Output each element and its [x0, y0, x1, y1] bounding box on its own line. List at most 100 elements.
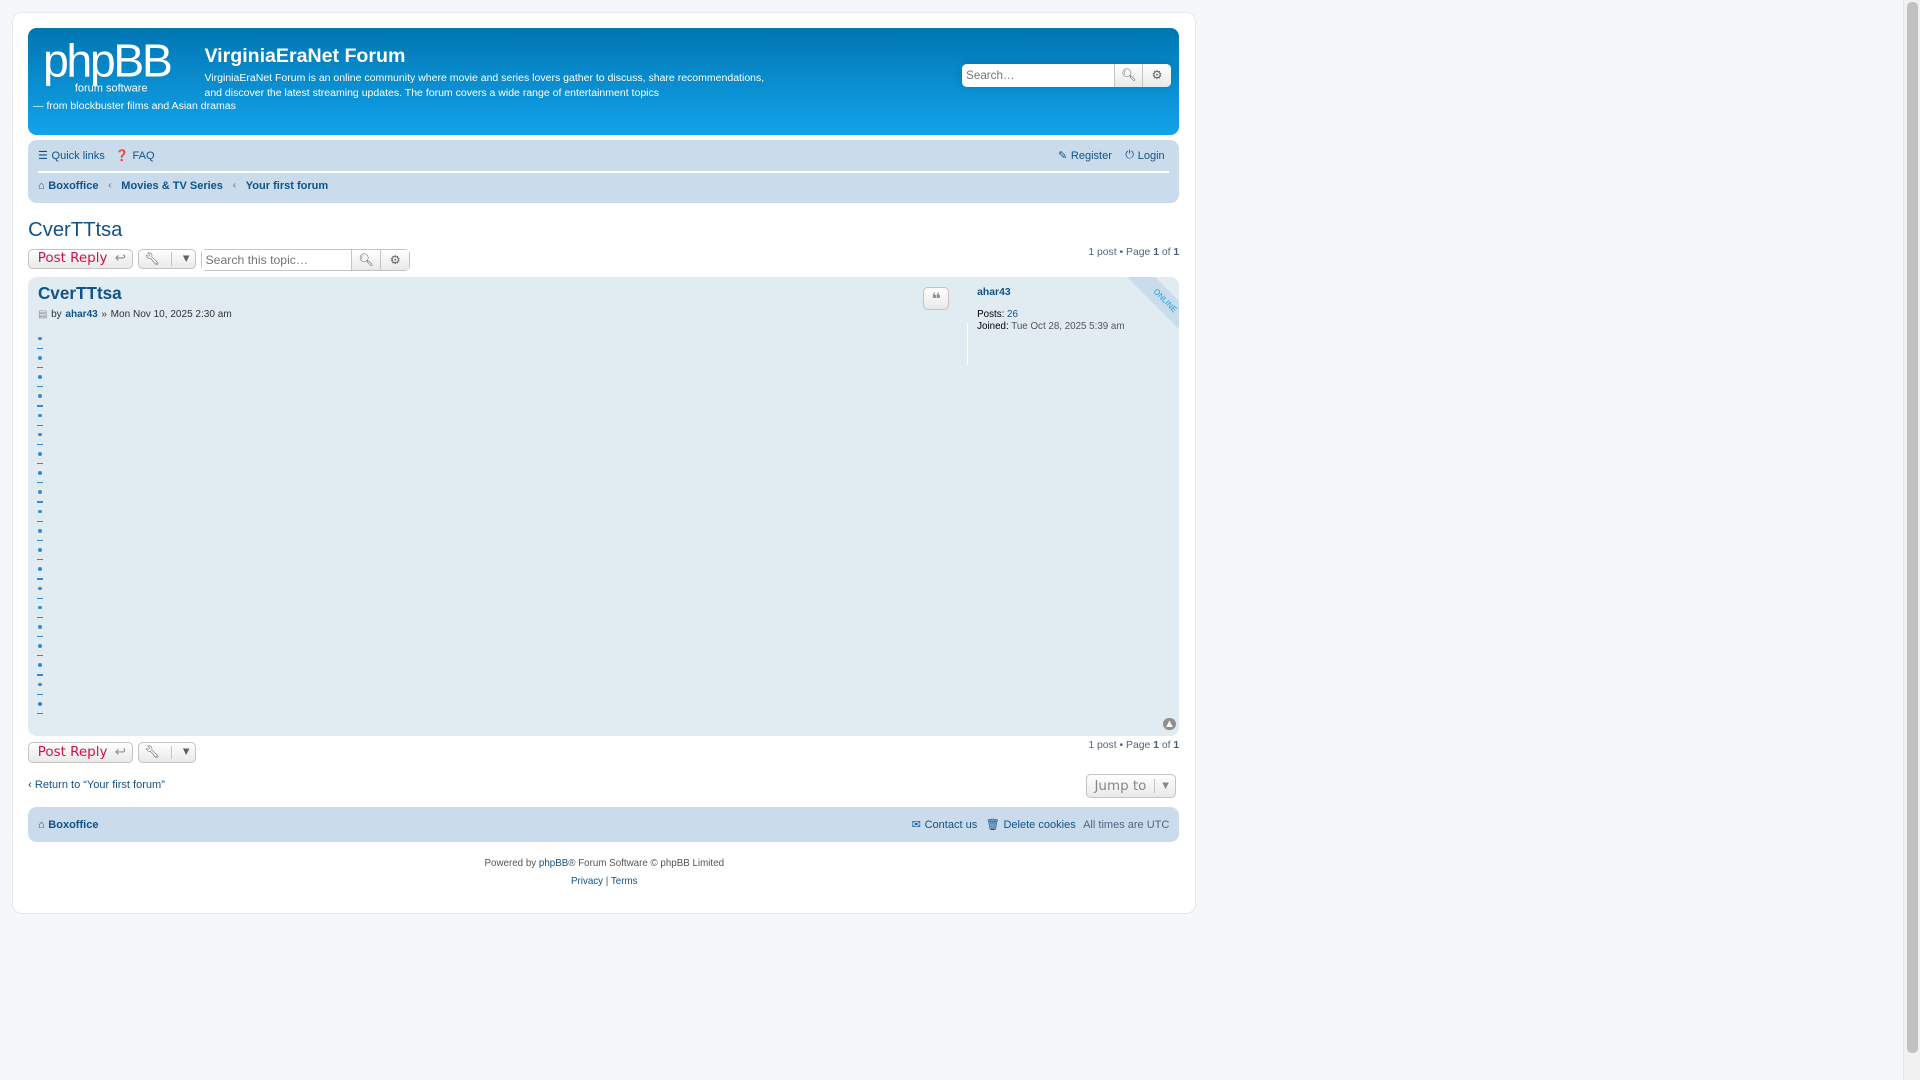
svg-text:phpBB: phpBB — [43, 40, 171, 87]
edit-icon: ✎ — [1057, 150, 1068, 163]
caret-down-icon: ▼ — [182, 747, 190, 758]
list-item-link[interactable] — [36, 616, 43, 619]
scrollbar-thumb[interactable] — [1906, 2, 1918, 1054]
delete-cookies-link[interactable]: 🗑︎ Delete cookies — [986, 818, 1076, 832]
list-item-link[interactable] — [36, 655, 43, 657]
topic-tools-button[interactable]: 🔧︎ ▼ — [138, 248, 196, 270]
list-item-link[interactable] — [36, 424, 43, 426]
gear-icon: ⚙ — [389, 252, 401, 267]
list-item-link[interactable] — [36, 559, 43, 561]
header-search: 🔍︎ ⚙ — [962, 63, 1171, 87]
breadcrumb: ⌂ Boxoffice ‹ Movies & TV Series ‹ Your fi… — [38, 180, 328, 192]
home-icon: ⌂ — [37, 818, 45, 831]
list-item-link[interactable] — [36, 674, 43, 676]
profile-username[interactable]: ahar43 — [977, 287, 1011, 298]
return-to-forum-link[interactable]: ‹ Return to “Your first forum” — [28, 779, 165, 791]
list-item-link[interactable] — [36, 520, 43, 522]
pagination-top: 1 post • Page 1 of 1 — [1088, 247, 1180, 259]
post-icon[interactable]: ▤ — [38, 309, 47, 320]
profile-posts-link[interactable]: 26 — [1007, 309, 1018, 320]
list-item-link[interactable] — [36, 443, 43, 446]
list-item-link[interactable] — [36, 482, 43, 484]
list-item-link[interactable] — [36, 693, 43, 695]
timezone-text: All times are UTC — [1083, 818, 1170, 831]
header-search-input[interactable] — [962, 63, 1115, 87]
online-status: ONLINE — [1122, 276, 1180, 336]
breadcrumb-separator: ‹ — [108, 180, 112, 192]
list-item-link[interactable] — [36, 712, 43, 715]
bullet-icon — [37, 625, 42, 629]
topic-advanced-search-button[interactable]: ⚙ — [380, 249, 410, 270]
site-header: phpBB forum software VirginiaEraNet Forum… — [28, 28, 1180, 135]
topic-search-input[interactable] — [201, 249, 352, 270]
bullet-icon — [37, 586, 42, 591]
bullet-icon — [37, 567, 42, 572]
list-item-link[interactable] — [36, 597, 43, 599]
footer-home-link[interactable]: ⌂ Boxoffice — [38, 819, 99, 831]
breadcrumb-movies-tv[interactable]: Movies & TV Series — [121, 180, 223, 192]
chevron-left-icon: ‹ — [28, 778, 32, 791]
topic-title[interactable]: CverTTtsa — [28, 219, 122, 242]
post: CverTTtsa ▤ by ahar43 » Mon Nov 10, 2025… — [28, 276, 1180, 736]
list-item-link[interactable] — [36, 386, 43, 388]
copyright: Powered by phpBB® Forum Software © phpBB… — [484, 857, 725, 888]
page-scrollbar[interactable] — [1903, 0, 1920, 1080]
bullet-icon — [37, 355, 42, 360]
power-icon: ⏻ — [1125, 149, 1135, 162]
online-ribbon: ONLINE — [1120, 276, 1180, 336]
phpbb-logo[interactable]: phpBB forum software — [43, 35, 192, 95]
breadcrumb-boxoffice[interactable]: Boxoffice — [48, 180, 98, 192]
bullet-icon — [37, 509, 42, 514]
breadcrumb-first-forum[interactable]: Your first forum — [246, 180, 328, 192]
post-reply-button[interactable]: Post Reply ↩ — [28, 248, 134, 270]
advanced-search-button[interactable]: ⚙ — [1142, 63, 1171, 87]
bullet-icon — [37, 548, 42, 552]
list-item-link[interactable] — [36, 578, 43, 580]
wrench-icon: 🔧︎ — [144, 745, 161, 760]
privacy-link[interactable]: Privacy — [571, 876, 603, 887]
bullet-icon — [37, 528, 42, 533]
post-title[interactable]: CverTTtsa — [38, 283, 122, 304]
bullet-icon — [37, 375, 42, 379]
list-item-link[interactable] — [36, 501, 43, 503]
quick-links-menu[interactable]: ☰ Quick links — [38, 149, 105, 163]
envelope-icon: ✉ — [911, 819, 921, 832]
list-item-link[interactable] — [36, 636, 43, 638]
home-icon: ⌂ — [37, 179, 45, 192]
topic-tools-button-bottom[interactable]: 🔧︎ ▼ — [138, 742, 196, 763]
bullet-icon — [37, 490, 42, 495]
profile-posts: Posts: 26 — [977, 308, 1018, 320]
topic-search: 🔍︎ ⚙ — [200, 248, 411, 271]
list-item-link[interactable] — [36, 539, 43, 542]
contact-us-link[interactable]: ✉ Contact us — [911, 818, 978, 832]
list-item-link[interactable] — [36, 366, 43, 369]
post-reply-button-bottom[interactable]: Post Reply ↩ — [28, 742, 134, 763]
list-item-link[interactable] — [36, 463, 43, 465]
jump-to-button[interactable]: Jump to ▼ — [1086, 773, 1176, 799]
register-link[interactable]: ✎ Register — [1057, 149, 1112, 163]
faq-link[interactable]: ❓ FAQ — [115, 149, 154, 163]
phpbb-link[interactable]: phpBB — [539, 858, 568, 869]
topic-search-button[interactable]: 🔍︎ — [351, 249, 381, 270]
list-item-link[interactable] — [36, 405, 43, 407]
bullet-icon — [37, 394, 42, 399]
post-author-link[interactable]: ahar43 — [65, 309, 97, 320]
bullet-icon — [37, 432, 42, 437]
terms-link[interactable]: Terms — [611, 876, 638, 887]
bullet-icon — [37, 336, 42, 341]
navbar: ☰ Quick links ❓ FAQ ✎ Register ⏻ Login ⌂ Box… — [28, 139, 1180, 204]
back-to-top-button[interactable]: ▲ — [1163, 717, 1176, 730]
help-icon: ❓ — [115, 150, 129, 163]
login-link[interactable]: ⏻ Login — [1125, 149, 1164, 162]
bullet-icon — [37, 644, 42, 648]
svg-text:forum software: forum software — [75, 83, 148, 94]
search-button[interactable]: 🔍︎ — [1114, 63, 1143, 87]
post-meta: ▤ by ahar43 » Mon Nov 10, 2025 2:30 am — [37, 308, 232, 320]
list-item-link[interactable] — [36, 347, 43, 349]
caret-down-icon: ▼ — [182, 253, 190, 264]
bullet-icon — [37, 663, 42, 668]
quote-button[interactable]: ❝ — [923, 286, 949, 310]
bullet-icon — [37, 605, 42, 610]
pagination-bottom: 1 post • Page 1 of 1 — [1088, 739, 1180, 751]
wrench-icon: 🔧︎ — [144, 251, 161, 266]
